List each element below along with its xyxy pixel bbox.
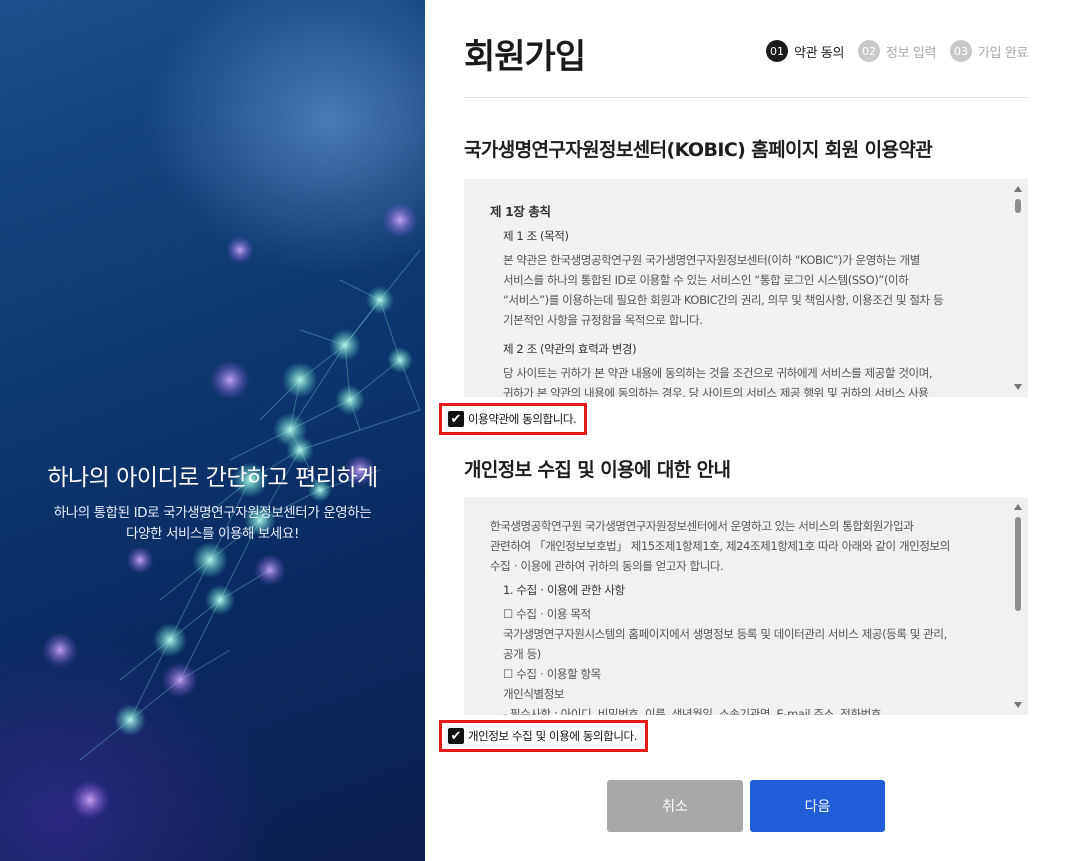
article-line: 서비스를 하나의 통합된 ID로 이용할 수 있는 서비스인 “통합 로그인 시…	[503, 273, 909, 287]
hero-subtitle-line: 다양한 서비스를 이용해 보세요!	[126, 526, 299, 542]
step-label: 정보 입력	[886, 45, 937, 61]
privacy-content: 한국생명공학연구원 국가생명연구자원정보센터에서 운영하고 있는 서비스의 통합…	[490, 497, 988, 715]
scroll-thumb[interactable]	[1015, 199, 1021, 213]
privacy-line: ☐ 수집ㆍ이용할 항목	[503, 667, 601, 681]
terms-agree-checkbox[interactable]: ✔ 이용약관에 동의합니다.	[439, 403, 588, 435]
hero-panel: 하나의 아이디로 간단하고 편리하게 하나의 통합된 ID로 국가생명연구자원정…	[0, 0, 425, 861]
signup-main: 회원가입 01 약관 동의 02 정보 입력 03 가입 완료 국가생명연구자원…	[439, 0, 1028, 861]
checkmark-icon[interactable]: ✔	[448, 411, 464, 427]
privacy-line: 한국생명공학연구원 국가생명연구자원정보센터에서 운영하고 있는 서비스의 통합…	[490, 519, 914, 533]
step-label: 약관 동의	[794, 45, 845, 61]
privacy-agree-label: 개인정보 수집 및 이용에 동의합니다.	[468, 729, 637, 743]
step-number: 01	[766, 40, 789, 62]
privacy-line: 수집ㆍ이용에 관하여 귀하의 동의를 얻고자 합니다.	[490, 559, 724, 573]
article-line: 당 사이트는 귀하가 본 약관 내용에 동의하는 것을 조건으로 귀하에게 서비…	[503, 366, 933, 380]
step-complete: 03 가입 완료	[950, 40, 1028, 62]
article-heading: 제 2 조 (약관의 효력과 변경)	[503, 342, 637, 356]
scroll-down-icon[interactable]	[1014, 384, 1022, 390]
checkmark-icon[interactable]: ✔	[448, 728, 464, 744]
privacy-line: 국가생명연구자원시스템의 홈페이지에서 생명정보 등록 및 데이터관리 서비스 …	[503, 627, 947, 641]
hero-subtitle: 하나의 통합된 ID로 국가생명연구자원정보센터가 운영하는 다양한 서비스를 …	[0, 503, 425, 545]
page-title: 회원가입	[464, 37, 586, 77]
privacy-line: - 필수사항 : 아이디, 비밀번호, 이름, 생년월일, 소속기관명, E-m…	[503, 707, 882, 715]
article-line: “서비스”)를 이용하는데 필요한 회원과 KOBIC간의 권리, 의무 및 책…	[503, 293, 944, 307]
step-number: 02	[858, 40, 881, 62]
article-line: 본 약관은 한국생명공학연구원 국가생명연구자원정보센터(이하 "KOBIC")…	[503, 253, 920, 267]
terms-title: 국가생명연구자원정보센터(KOBIC) 홈페이지 회원 이용약관	[464, 139, 933, 161]
privacy-line: 관련하여 「개인정보보호법」 제15조제1항제1호, 제24조제1항제1호 따라…	[490, 539, 950, 553]
scroll-up-icon[interactable]	[1014, 186, 1022, 192]
privacy-scrollbox[interactable]: 한국생명공학연구원 국가생명연구자원정보센터에서 운영하고 있는 서비스의 통합…	[464, 497, 1028, 715]
privacy-line: ☐ 수집ㆍ이용 목적	[503, 607, 591, 621]
hero-subtitle-line: 하나의 통합된 ID로 국가생명연구자원정보센터가 운영하는	[53, 505, 372, 521]
privacy-purpose: ☐ 수집ㆍ이용 목적 국가생명연구자원시스템의 홈페이지에서 생명정보 등록 및…	[490, 604, 988, 715]
article-body: 본 약관은 한국생명공학연구원 국가생명연구자원정보센터(이하 "KOBIC")…	[490, 250, 988, 330]
privacy-line: 공개 등)	[503, 647, 541, 661]
network-illustration	[42, 202, 421, 820]
article-line: 귀하가 본 약관의 내용에 동의하는 경우, 당 사이트의 서비스 제공 행위 …	[503, 386, 929, 397]
next-button[interactable]: 다음	[750, 780, 885, 832]
privacy-line: 개인식별정보	[503, 687, 565, 701]
article-body: 당 사이트는 귀하가 본 약관 내용에 동의하는 것을 조건으로 귀하에게 서비…	[490, 363, 988, 397]
privacy-agree-checkbox[interactable]: ✔ 개인정보 수집 및 이용에 동의합니다.	[439, 720, 648, 752]
terms-scrollbar[interactable]	[1012, 179, 1026, 397]
hero-title: 하나의 아이디로 간단하고 편리하게	[47, 465, 378, 491]
article-heading: 제 1 조 (목적)	[503, 229, 569, 243]
terms-scrollbox[interactable]: 제 1장 총칙 제 1 조 (목적) 본 약관은 한국생명공학연구원 국가생명연…	[464, 179, 1028, 397]
step-label: 가입 완료	[978, 45, 1028, 61]
terms-content: 제 1장 총칙 제 1 조 (목적) 본 약관은 한국생명공학연구원 국가생명연…	[490, 179, 988, 397]
privacy-title: 개인정보 수집 및 이용에 대한 안내	[464, 459, 731, 481]
step-terms: 01 약관 동의	[766, 40, 844, 62]
divider	[464, 97, 1028, 98]
step-indicator: 01 약관 동의 02 정보 입력 03 가입 완료	[766, 40, 1028, 62]
privacy-intro: 한국생명공학연구원 국가생명연구자원정보센터에서 운영하고 있는 서비스의 통합…	[490, 516, 988, 576]
step-number: 03	[950, 40, 973, 62]
scroll-down-icon[interactable]	[1014, 702, 1022, 708]
cancel-button[interactable]: 취소	[607, 780, 743, 832]
terms-agree-label: 이용약관에 동의합니다.	[468, 412, 577, 426]
scroll-thumb[interactable]	[1015, 517, 1021, 611]
privacy-section-heading: 1. 수집ㆍ이용에 관한 사항	[503, 583, 625, 597]
privacy-scrollbar[interactable]	[1012, 497, 1026, 715]
scroll-up-icon[interactable]	[1014, 504, 1022, 510]
step-info: 02 정보 입력	[858, 40, 936, 62]
chapter-heading: 제 1장 총칙	[490, 204, 551, 219]
article-line: 기본적인 사항을 규정함을 목적으로 합니다.	[503, 313, 703, 327]
